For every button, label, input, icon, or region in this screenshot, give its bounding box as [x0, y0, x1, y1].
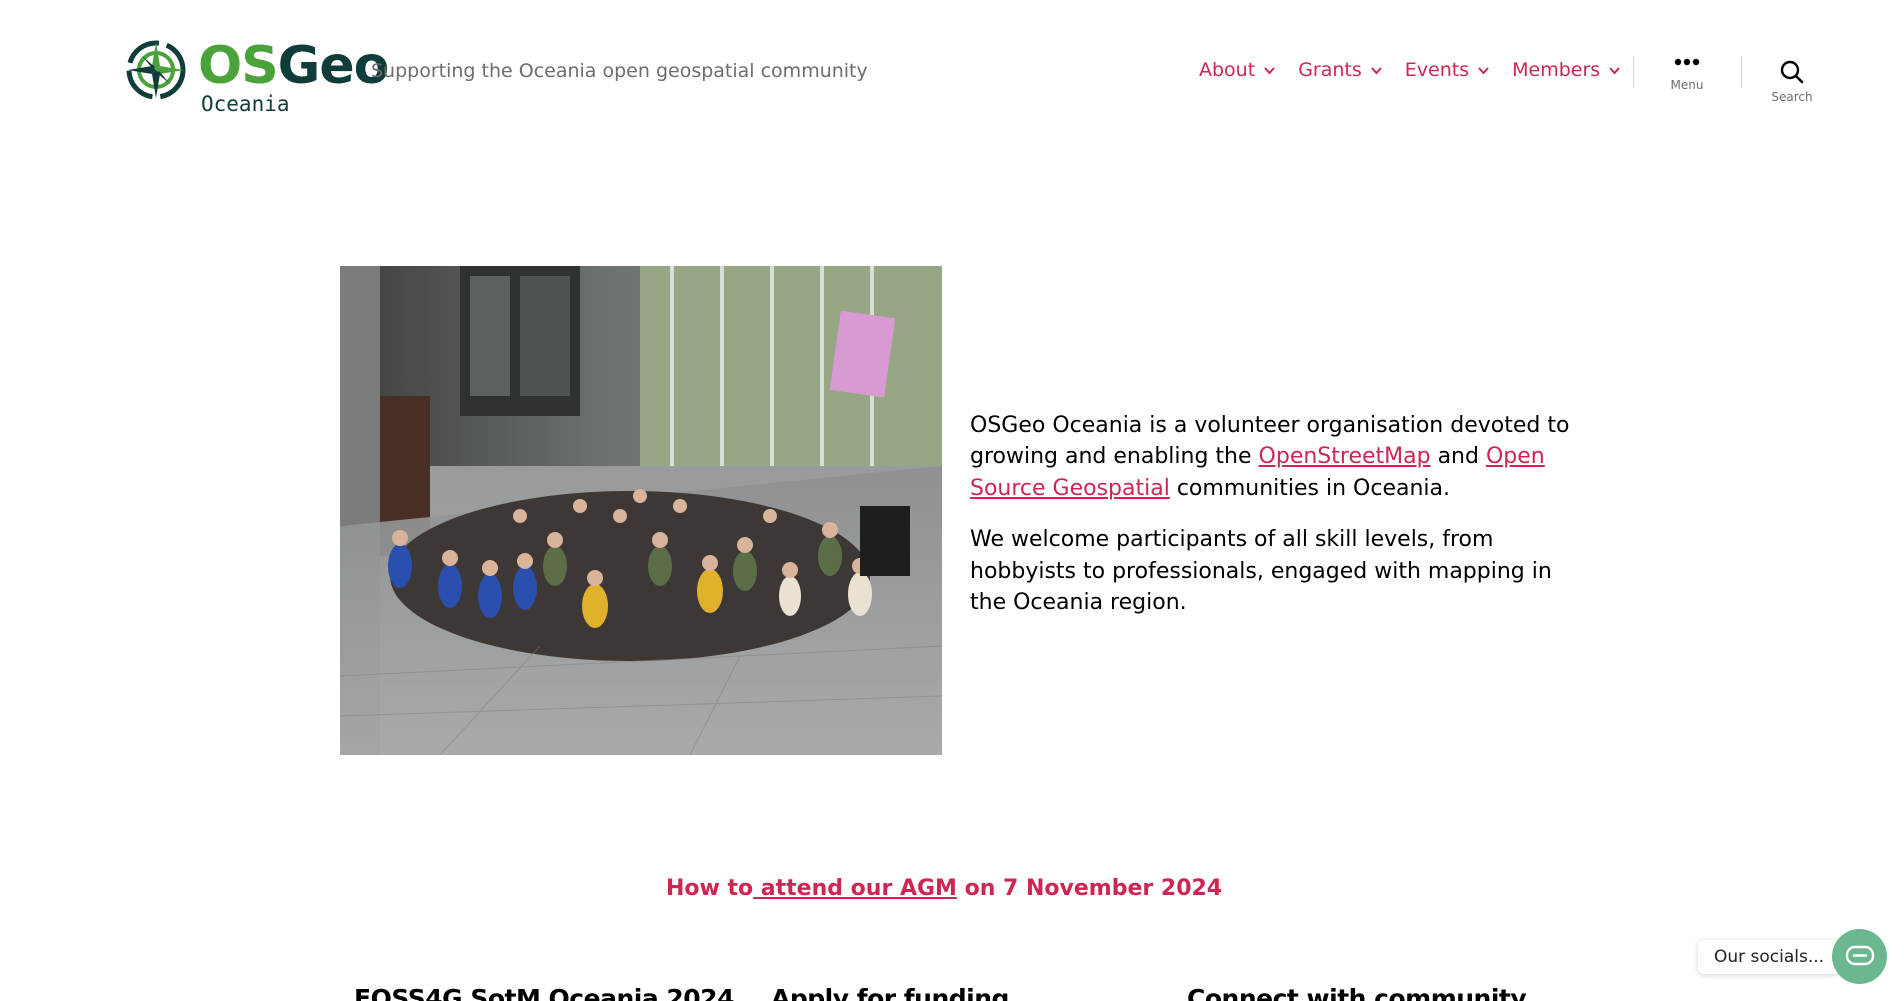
- column-title-funding: Apply for funding: [771, 984, 1009, 1001]
- header-divider: [1741, 56, 1742, 88]
- nav-item-events[interactable]: Events: [1405, 59, 1490, 81]
- socials-tooltip: Our socials...: [1698, 940, 1841, 974]
- nav-item-about[interactable]: About: [1199, 59, 1276, 81]
- column-title-community: Connect with community: [1187, 984, 1527, 1001]
- more-dots-icon: [1674, 58, 1700, 66]
- nav-item-label: Members: [1512, 59, 1601, 81]
- intro-text: OSGeo Oceania is a volunteer organisatio…: [970, 410, 1570, 639]
- agm-announcement: How to attend our AGM on 7 November 2024: [666, 876, 1222, 901]
- logo-wordmark: OSGeo Oceania: [198, 34, 389, 116]
- intro-text-middle: and: [1430, 444, 1486, 470]
- chevron-down-icon: [1478, 66, 1489, 74]
- socials-button[interactable]: [1832, 929, 1887, 984]
- menu-label: Menu: [1670, 78, 1704, 92]
- site-tagline: Supporting the Oceania open geospatial c…: [371, 60, 868, 82]
- menu-button[interactable]: Menu: [1647, 58, 1727, 92]
- nav-item-label: Events: [1404, 59, 1470, 81]
- nav-item-members[interactable]: Members: [1512, 59, 1621, 81]
- agm-text-after: on 7 November 2024: [956, 876, 1223, 901]
- openstreetmap-link[interactable]: OpenStreetMap: [1259, 444, 1431, 469]
- nav-item-grants[interactable]: Grants: [1298, 59, 1383, 81]
- primary-nav: About Grants Events Members: [1199, 59, 1621, 81]
- site-logo[interactable]: OSGeo Oceania: [120, 34, 389, 116]
- page: OSGeo Oceania Supporting the Oceania ope…: [0, 0, 1904, 1001]
- chevron-down-icon: [1264, 66, 1275, 74]
- agm-text-before: How to: [666, 876, 754, 901]
- chevron-down-icon: [1609, 66, 1620, 74]
- search-label: Search: [1771, 90, 1813, 104]
- intro-text-after: communities in Oceania.: [1169, 475, 1450, 501]
- column-title-foss4g: FOSS4G SotM Oceania 2024: [354, 984, 734, 1001]
- intro-paragraph-2: We welcome participants of all skill lev…: [970, 527, 1552, 616]
- search-icon: [1780, 60, 1804, 84]
- compass-logo-icon: [126, 40, 186, 100]
- chevron-down-icon: [1371, 66, 1382, 74]
- logo-sub-text: Oceania: [201, 92, 290, 116]
- search-button[interactable]: Search: [1752, 60, 1832, 104]
- group-photo-image: [340, 266, 942, 755]
- nav-item-label: About: [1199, 59, 1256, 81]
- nav-item-label: Grants: [1298, 59, 1362, 81]
- intro-paragraph-1: OSGeo Oceania is a volunteer organisatio…: [970, 410, 1570, 504]
- chat-bubble-icon: [1845, 945, 1874, 965]
- header-divider: [1633, 56, 1634, 88]
- agm-link[interactable]: attend our AGM: [753, 876, 957, 901]
- community-group-photo: [340, 266, 942, 755]
- logo-os-text: OS: [198, 36, 279, 96]
